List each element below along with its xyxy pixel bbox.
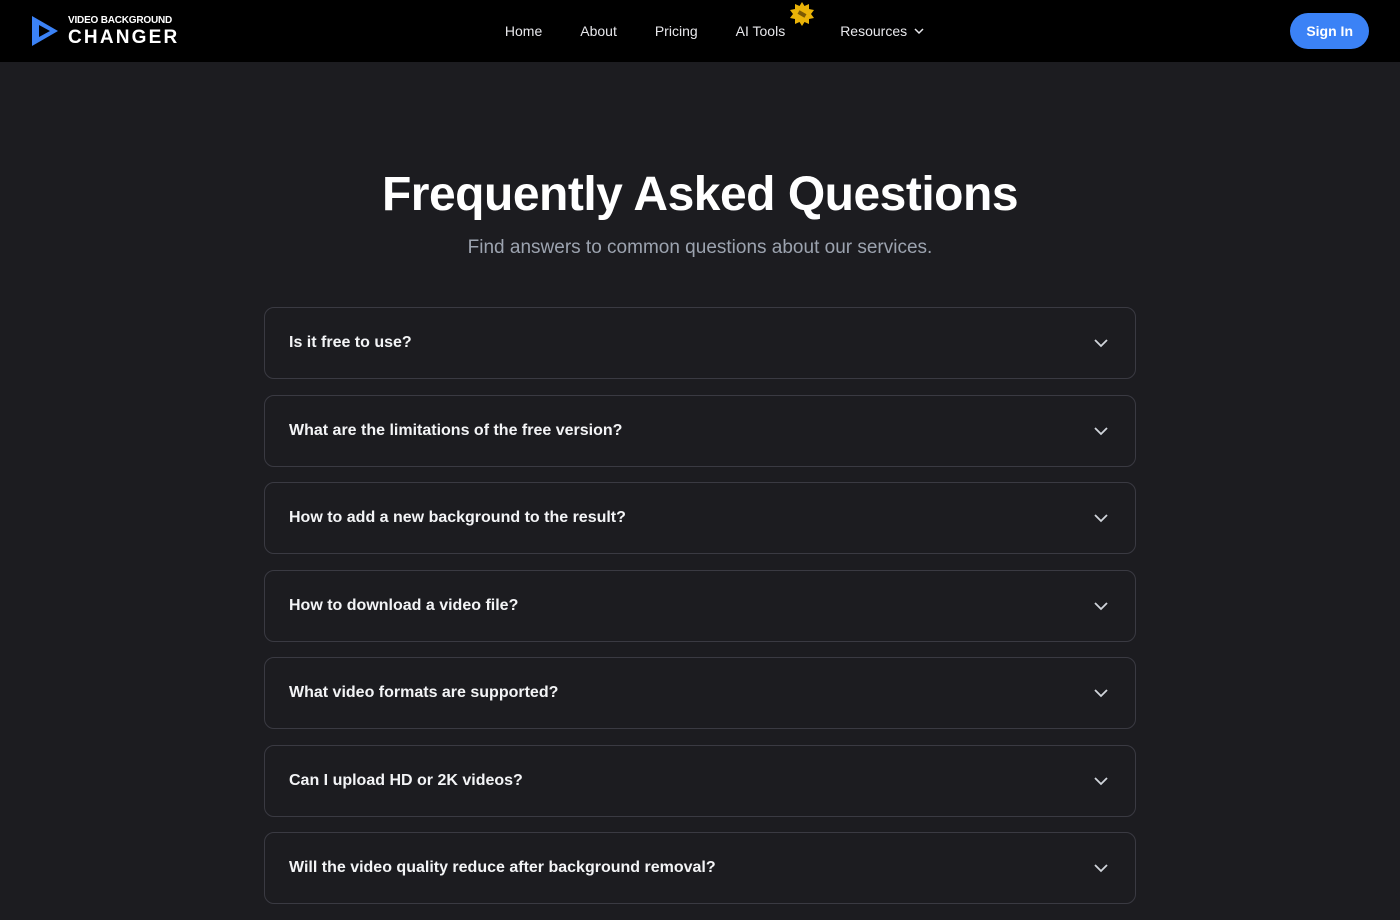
faq-question: How to download a video file?: [289, 596, 519, 614]
faq-item[interactable]: How to add a new background to the resul…: [264, 482, 1136, 554]
sign-in-button[interactable]: Sign In: [1290, 13, 1369, 49]
nav-ai-tools-label: AI Tools: [735, 23, 786, 39]
main-nav: Home About Pricing AI Tools Resources: [0, 0, 1400, 62]
nav-ai-tools[interactable]: AI Tools: [735, 2, 815, 39]
faq-item[interactable]: Is it free to use?: [264, 307, 1136, 379]
chevron-down-icon: [1094, 864, 1108, 873]
nav-pricing[interactable]: Pricing: [655, 23, 698, 39]
top-navbar: VIDEO BACKGROUND CHANGER Home About Pric…: [0, 0, 1400, 62]
faq-header: Frequently Asked Questions Find answers …: [0, 166, 1400, 259]
chevron-down-icon: [1094, 776, 1108, 785]
page-title: Frequently Asked Questions: [381, 168, 1019, 221]
nav-about[interactable]: About: [580, 23, 617, 39]
faq-question: What video formats are supported?: [289, 684, 559, 701]
faq-item[interactable]: What are the limitations of the free ver…: [264, 394, 1136, 467]
faq-item[interactable]: How to download a video file?: [264, 569, 1136, 642]
faq-item[interactable]: Will the video quality reduce after back…: [264, 832, 1136, 904]
faq-list: Is it free to use? What are the limitati…: [264, 307, 1136, 920]
nav-resources-label: Resources: [840, 23, 908, 39]
nav-home[interactable]: Home: [505, 23, 542, 39]
faq-item[interactable]: What video formats are supported?: [264, 657, 1136, 729]
faq-question: Can I upload HD or 2K videos?: [289, 771, 523, 789]
chevron-down-icon: [1094, 339, 1108, 348]
faq-question: Is it free to use?: [289, 334, 412, 351]
faq-item[interactable]: Can I upload HD or 2K videos?: [264, 744, 1136, 817]
chevron-down-icon: [1094, 601, 1108, 610]
chevron-down-icon: [1094, 426, 1108, 435]
faq-question: How to add a new background to the resul…: [289, 509, 626, 526]
faq-question: What are the limitations of the free ver…: [289, 421, 623, 439]
faq-question: Will the video quality reduce after back…: [289, 859, 716, 876]
new-badge-icon: [790, 2, 815, 26]
chevron-down-icon: [1094, 514, 1108, 523]
chevron-down-icon: [914, 28, 924, 35]
page-subtitle: Find answers to common questions about o…: [467, 237, 933, 258]
chevron-down-icon: [1094, 689, 1108, 698]
nav-resources[interactable]: Resources: [840, 23, 925, 39]
